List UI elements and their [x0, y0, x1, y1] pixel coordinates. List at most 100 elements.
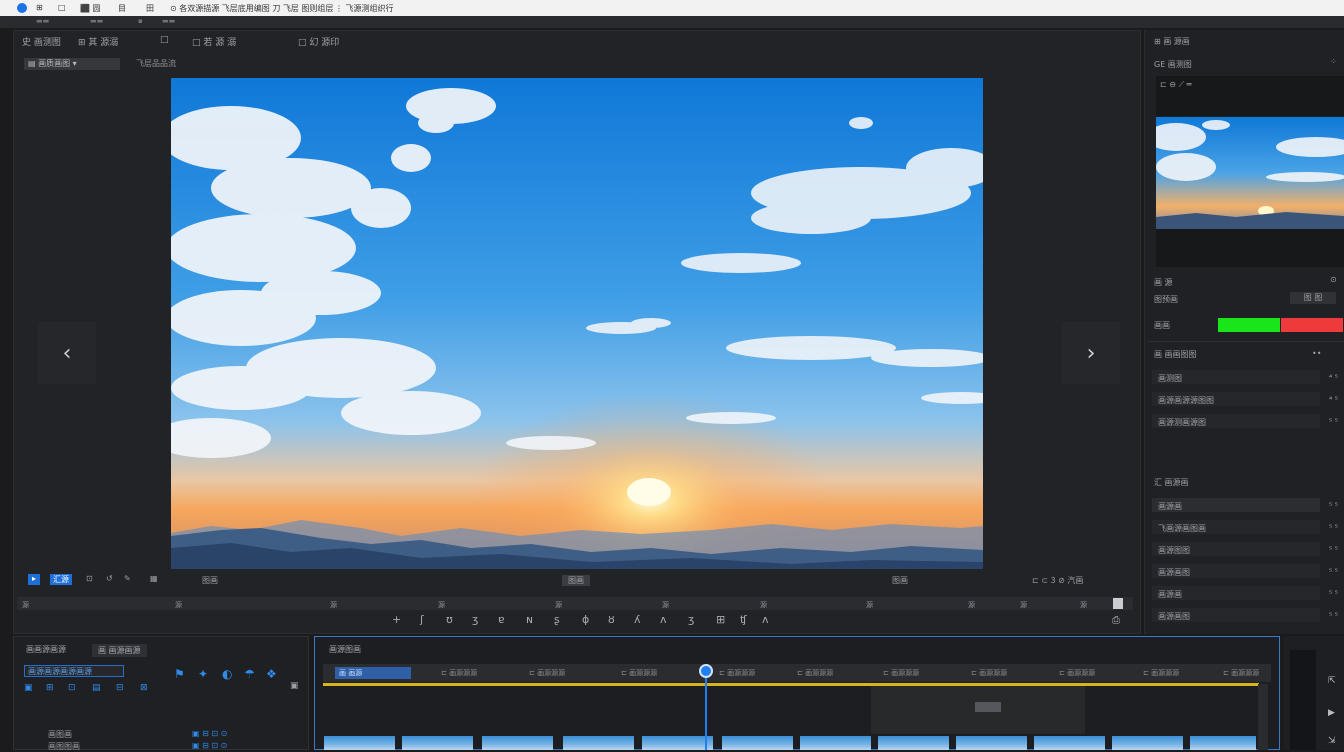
topbar-item-6[interactable]: ⊙ 各双源描源 飞层底用编图 刀 飞层 图则组层 — [170, 3, 333, 14]
tab-media[interactable]: □ 若 源 溺 — [192, 35, 236, 48]
inspector-row-button[interactable]: 图 图 — [1290, 292, 1336, 304]
effect-icon[interactable]: ⊟ — [116, 683, 124, 693]
thumb-toolbar-icons[interactable]: ⊏ ⊖ ⟋ ═ — [1160, 80, 1191, 90]
add-icon[interactable]: + — [392, 613, 401, 626]
side-tool-icon[interactable]: ▶ — [1328, 708, 1335, 718]
param-value[interactable]: ⁴ ⁵ — [1329, 373, 1338, 382]
scrub-handle[interactable] — [1113, 598, 1123, 609]
topbar-item-5[interactable]: 田 — [146, 3, 154, 14]
umbrella-icon[interactable]: ☂ — [244, 667, 255, 681]
param-value[interactable]: ⁵ ⁵ — [1329, 417, 1338, 426]
row-controls[interactable]: ▣ ⊟ ⊡ ⊙ — [192, 741, 227, 750]
film-frame[interactable] — [1190, 736, 1256, 750]
select-tool-icon[interactable]: ▸ — [28, 574, 40, 585]
color-swatch-red[interactable] — [1281, 318, 1343, 332]
tool-icon[interactable]: ʧ — [740, 613, 747, 626]
diamond-icon[interactable]: ❖ — [266, 667, 277, 681]
tab-effects-2[interactable]: 画 画源画源 — [92, 644, 147, 657]
contrast-icon[interactable]: ◐ — [222, 667, 232, 681]
tool-icon[interactable]: ʎ — [634, 613, 641, 626]
previous-image-button[interactable]: ‹ — [38, 322, 96, 384]
subtab-active[interactable]: ▤ 画质画图 ▾ — [24, 58, 120, 70]
film-frame[interactable] — [878, 736, 949, 750]
row-controls[interactable]: ▣ ⊟ ⊡ ⊙ — [192, 729, 227, 738]
effect-icon[interactable]: ▤ — [92, 683, 101, 693]
effect-icon[interactable]: ⊡ — [68, 683, 76, 693]
tool-icon[interactable]: ɐ — [498, 613, 505, 626]
topbar-item-7[interactable]: ⋮ 飞源测组织行 — [335, 3, 394, 14]
param-value[interactable]: ⁵ ⁵ — [1329, 501, 1338, 510]
section2-more[interactable]: •• — [1312, 349, 1321, 358]
tool-icon[interactable]: ʃ — [420, 613, 424, 626]
first-clip-label[interactable]: 画 画源 — [335, 667, 411, 679]
effect-icon[interactable]: ⊞ — [46, 683, 54, 693]
film-frame[interactable] — [800, 736, 871, 750]
timeline-ruler[interactable]: 画 画源 ⊏ 画源源源 ⊏ 画源源源 ⊏ 画源源源 ⊏ 画源源源 ⊏ 画源源源 … — [323, 664, 1271, 682]
tab-effects[interactable]: □ 幻 源印 — [298, 35, 339, 48]
param-value[interactable]: ⁵ ⁵ — [1329, 611, 1338, 620]
sparkle-icon[interactable]: ✦ — [198, 667, 208, 681]
topbar-item-2[interactable]: □ — [58, 3, 66, 12]
tool-icon[interactable]: ʌ — [762, 613, 769, 626]
topbar-item-1[interactable]: ⊞ — [36, 3, 43, 12]
tab-source[interactable]: ⊞ 其 源溺 — [78, 35, 118, 48]
color-swatch-green[interactable] — [1218, 318, 1280, 332]
inspector-section-title: GE 画测图 — [1154, 60, 1192, 69]
thumb-footer — [1156, 229, 1344, 267]
topbar-item-3[interactable]: ⬛ 圆 — [80, 3, 101, 14]
tab-blank[interactable]: □ — [160, 35, 169, 45]
tool-icon[interactable]: ⊞ — [716, 613, 725, 626]
param-value[interactable]: ⁵ ⁵ — [1329, 523, 1338, 532]
param-value[interactable]: ⁵ ⁵ — [1329, 545, 1338, 554]
film-frame[interactable] — [482, 736, 553, 750]
effects-search-input[interactable]: 画源画源画源画源 — [24, 665, 124, 677]
grid-icon[interactable]: ▦ — [150, 574, 158, 583]
tool-icon[interactable]: ʂ — [554, 613, 560, 626]
tool-icon[interactable]: ɴ — [526, 613, 533, 626]
mode-label[interactable]: 汇源 — [50, 574, 72, 585]
brush-icon[interactable]: ✎ — [124, 574, 131, 583]
tab-viewer[interactable]: 史 画测图 — [22, 35, 61, 48]
frame-icon[interactable]: ⊡ — [86, 574, 93, 583]
tool-icon[interactable]: ȣ — [608, 613, 615, 626]
side-tool-icon[interactable]: ⇲ — [1328, 736, 1336, 746]
export-icon[interactable]: ⎙ — [1112, 615, 1120, 626]
tool-icon[interactable]: ʒ — [472, 613, 478, 626]
label-center[interactable]: 图画 — [562, 575, 590, 586]
loop-icon[interactable]: ↺ — [106, 574, 113, 583]
param-value[interactable]: ⁵ ⁵ — [1329, 589, 1338, 598]
playhead-handle[interactable] — [699, 664, 713, 678]
next-image-button[interactable]: › — [1062, 322, 1120, 384]
topbar-item-4[interactable]: 目 — [118, 3, 126, 14]
film-frame[interactable] — [324, 736, 395, 750]
side-tool-icon[interactable]: ⇱ — [1328, 676, 1336, 686]
view-options[interactable]: ⊏ ⊂ 3 ⊘ 汽画 — [1032, 575, 1083, 586]
selected-range[interactable] — [871, 686, 1085, 734]
more-icon[interactable]: ⁘ — [1330, 57, 1337, 66]
work-area-bar[interactable] — [323, 683, 1259, 686]
flag-icon[interactable]: ⚑ — [174, 667, 185, 681]
panel-menu-icon[interactable]: ▣ — [290, 681, 299, 691]
film-frame[interactable] — [1112, 736, 1183, 750]
param-value[interactable]: ⁵ ⁵ — [1329, 567, 1338, 576]
tool-icon[interactable]: ʌ — [660, 613, 667, 626]
scrub-ruler[interactable] — [17, 597, 1133, 610]
param-value[interactable]: ⁴ ⁵ — [1329, 395, 1338, 404]
film-frame[interactable] — [956, 736, 1027, 750]
film-frame[interactable] — [722, 736, 793, 750]
tool-icon[interactable]: ʒ — [688, 613, 694, 626]
info-icon[interactable]: ⊙ — [1330, 275, 1337, 284]
film-frame[interactable] — [642, 736, 713, 750]
subtab-inactive[interactable]: 飞层品品流 — [136, 58, 176, 69]
tool-icon[interactable]: ʊ — [446, 613, 453, 626]
effect-icon[interactable]: ⊠ — [140, 683, 148, 693]
film-frame[interactable] — [402, 736, 473, 750]
tab-effects-1[interactable]: 画画源画源 — [26, 644, 66, 655]
film-frame[interactable] — [563, 736, 634, 750]
effect-icon[interactable]: ▣ — [24, 683, 33, 693]
tool-icon[interactable]: ɸ — [582, 613, 589, 626]
timeline-scrollbar[interactable] — [1258, 684, 1268, 750]
film-frame[interactable] — [1034, 736, 1105, 750]
effect-row-label[interactable]: 画图画 — [48, 729, 72, 740]
effect-row-label[interactable]: 画图图画 — [48, 741, 80, 752]
